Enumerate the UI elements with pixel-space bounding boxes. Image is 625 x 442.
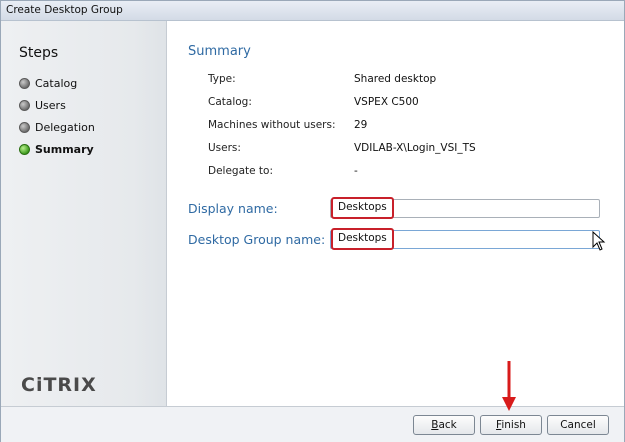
row-label: Type: [208,73,236,85]
desktop-group-name-label: Desktop Group name: [188,232,326,247]
step-label: Users [35,98,66,112]
cancel-button[interactable]: Cancel [547,415,609,435]
display-name-label: Display name: [188,201,278,216]
row-value: Shared desktop [354,73,437,85]
row-label: Catalog: [208,96,252,108]
step-label: Catalog [35,76,78,90]
step-active-icon [19,143,30,155]
row-value: VSPEX C500 [354,96,419,108]
window-title: Create Desktop Group [6,4,123,16]
display-name-input[interactable]: Desktops [330,197,600,219]
row-value: VDILAB-X\Login_VSI_TS [354,142,476,154]
step-users: Users [19,97,66,113]
desktop-group-name-value: Desktops [331,228,394,250]
summary-panel: Summary Type: Shared desktop Catalog: VS… [168,21,624,406]
red-arrow-annotation-icon [502,361,516,411]
step-delegation: Delegation [19,119,95,135]
wizard-footer: Back Finish Cancel [1,406,624,442]
steps-heading: Steps [19,45,59,61]
row-label: Machines without users: [208,119,336,131]
title-bar: Create Desktop Group [1,1,624,21]
step-label: Summary [35,142,94,156]
citrix-logo: CiTRIX [21,374,97,396]
row-label: Users: [208,142,241,154]
back-button[interactable]: Back [413,415,475,435]
steps-sidebar: Steps Catalog Users Delegation Summary C… [1,21,167,406]
mouse-cursor-icon [592,231,606,251]
finish-button[interactable]: Finish [480,415,542,435]
display-name-value: Desktops [331,197,394,219]
step-status-icon [19,121,30,133]
row-value: - [354,165,358,177]
summary-heading: Summary [188,44,251,59]
desktop-group-name-input[interactable]: Desktops [330,228,600,250]
step-summary: Summary [19,141,94,157]
row-label: Delegate to: [208,165,274,177]
step-status-icon [19,77,30,89]
create-desktop-group-window: Create Desktop Group Steps Catalog Users… [0,0,625,442]
step-status-icon [19,99,30,111]
step-catalog: Catalog [19,75,77,91]
row-value: 29 [354,119,368,131]
step-label: Delegation [35,120,95,134]
